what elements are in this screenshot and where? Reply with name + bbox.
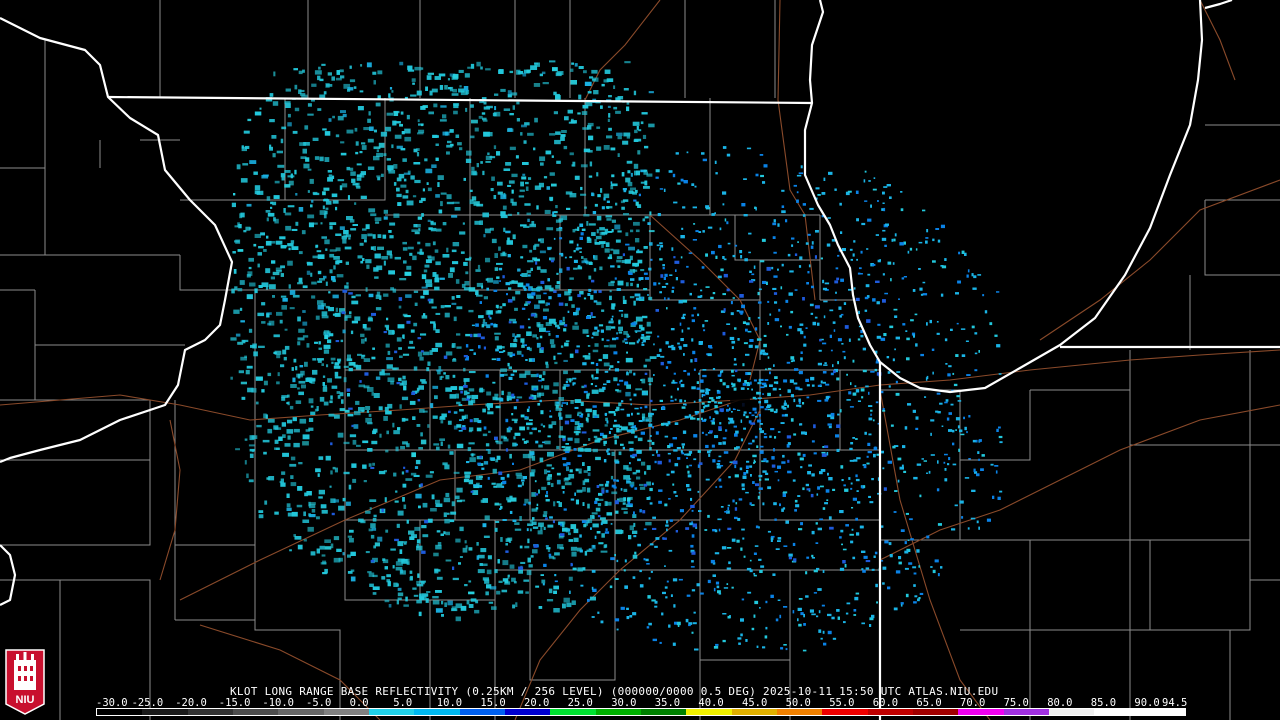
niu-logo: NIU <box>5 649 45 715</box>
colorbar-segment <box>504 709 551 715</box>
colorbar-segment <box>187 709 233 715</box>
reflectivity-colorbar <box>96 708 1186 716</box>
colorbar-segment <box>459 709 505 715</box>
colorbar-segment <box>368 709 415 715</box>
colorbar-segment <box>97 709 143 715</box>
niu-tower-icon <box>14 652 36 690</box>
colorbar-segment <box>550 709 596 715</box>
colorbar-segment <box>912 709 959 715</box>
radar-map <box>0 0 1280 720</box>
colorbar-segment <box>1094 709 1140 715</box>
colorbar-segment <box>595 709 641 715</box>
colorbar-segment <box>958 709 1004 715</box>
colorbar-segment <box>142 709 188 715</box>
colorbar-segment <box>232 709 279 715</box>
colorbar-segment <box>1003 709 1049 715</box>
colorbar-segment <box>731 709 777 715</box>
niu-logo-text: NIU <box>16 694 35 706</box>
colorbar-segment <box>822 709 868 715</box>
colorbar-segment <box>640 709 687 715</box>
colorbar-segment <box>776 709 823 715</box>
colorbar-segment <box>867 709 913 715</box>
colorbar-segment <box>323 709 369 715</box>
colorbar-segment <box>278 709 324 715</box>
colorbar-segment <box>686 709 732 715</box>
colorbar-segment <box>1048 709 1095 715</box>
colorbar-segment <box>1139 709 1185 715</box>
colorbar-segment <box>414 709 460 715</box>
radar-site-marker <box>730 390 750 410</box>
